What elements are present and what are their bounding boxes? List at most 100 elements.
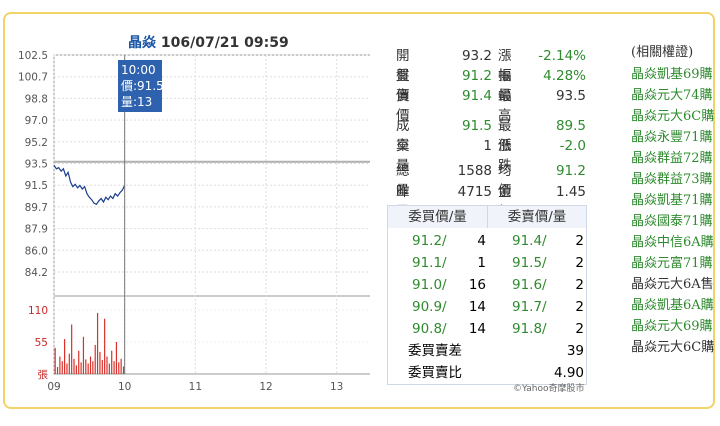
volume-bar <box>61 361 63 374</box>
low-value: 89.5 <box>555 118 586 134</box>
bid-vol-1: 4 <box>477 233 486 249</box>
volume-bar <box>66 363 68 374</box>
bid-vol-4: 14 <box>468 299 486 315</box>
volume-axis: 110 55 張 <box>28 305 49 381</box>
warrant-link[interactable]: 晶焱元大6C購 <box>631 337 720 358</box>
diff-label: 委買賣差 <box>408 343 462 359</box>
intraday-chart[interactable]: 102.5 100.7 98.8 97.0 95.2 93.5 91.5 89.7 87.9 86… <box>0 0 370 390</box>
ask-vol-3: 2 <box>575 277 584 293</box>
ask-price-2: 91.5/ <box>512 255 547 271</box>
volume-bar <box>118 362 120 374</box>
warrant-link[interactable]: 晶焱元大6C購 <box>631 106 720 127</box>
warrant-link[interactable]: 晶焱凱基71購 <box>631 190 720 211</box>
tooltip-time: 10:00 <box>121 63 156 77</box>
time-tick-label: 12 <box>259 381 272 390</box>
ask-vol-2: 2 <box>575 255 584 271</box>
warrant-link[interactable]: 晶焱凱基69購 <box>631 64 720 85</box>
volume-bar <box>106 356 108 374</box>
high-value: 93.5 <box>555 88 586 104</box>
diff-value: 39 <box>566 343 584 359</box>
volume-tick-label: 55 <box>35 337 48 349</box>
price-tick-label: 87.9 <box>25 224 48 236</box>
bid-vol-5: 14 <box>468 321 486 337</box>
volume-bar <box>71 324 73 374</box>
related-warrants-title: (相關權證) <box>631 45 694 60</box>
bid-price-3: 91.0/ <box>412 277 447 293</box>
warrant-link[interactable]: 晶焱國泰71購 <box>631 211 720 232</box>
ask-vol-5: 2 <box>575 321 584 337</box>
warrant-link[interactable]: 晶焱元大69購 <box>631 316 720 337</box>
volume-bar <box>68 353 70 374</box>
price-tick-label: 93.5 <box>25 159 48 171</box>
volume-bar <box>99 351 101 374</box>
volume-bar <box>113 361 115 374</box>
volume-bar <box>64 339 66 374</box>
bid-price-1: 91.2/ <box>412 233 447 249</box>
volume-bar <box>104 318 106 374</box>
ask-price-5: 91.8/ <box>512 321 547 337</box>
change-pct-value: -2.14% <box>538 48 586 64</box>
warrant-link[interactable]: 晶焱元大74購 <box>631 85 720 106</box>
time-tick-label: 10 <box>118 381 131 390</box>
open-value: 93.2 <box>461 48 492 64</box>
volume-bar <box>73 358 75 374</box>
warrant-link[interactable]: 晶焱永豐71購 <box>631 127 720 148</box>
volume-bar <box>80 362 82 374</box>
price-tick-label: 91.5 <box>25 180 48 192</box>
change-value: -2.0 <box>559 138 586 154</box>
time-tick-label: 13 <box>330 381 343 390</box>
volume-bars <box>54 312 125 374</box>
volume-bar <box>75 365 77 374</box>
warrant-link[interactable]: 晶焱凱基6A購 <box>631 295 720 316</box>
price-tick-label: 89.7 <box>25 202 48 214</box>
bid-price-4: 90.9/ <box>412 299 447 315</box>
price-tick-label: 102.5 <box>18 50 48 62</box>
warrant-link[interactable]: 晶焱元大6A售 <box>631 274 720 295</box>
total-vol-value: 1588 <box>457 163 492 179</box>
ratio-label: 委買賣比 <box>408 365 462 381</box>
ask-vol-1: 2 <box>575 233 584 249</box>
volume-bar <box>111 350 113 374</box>
volume-bar <box>85 359 87 374</box>
price-tick-label: 86.0 <box>25 245 48 257</box>
volume-bar <box>101 360 103 374</box>
bid-price-5: 90.8/ <box>412 321 447 337</box>
time-tick-label: 09 <box>47 381 60 390</box>
price-tick-label: 84.2 <box>25 267 48 279</box>
ask-price-4: 91.7/ <box>512 299 547 315</box>
price-tick-label: 95.2 <box>25 137 48 149</box>
volume-bar <box>96 312 99 374</box>
volume-bar <box>120 358 122 374</box>
warrant-link[interactable]: 晶焱群益73購 <box>631 169 720 190</box>
warrant-link[interactable]: 晶焱中信6A購 <box>631 232 720 253</box>
warrant-link[interactable]: 晶焱群益72購 <box>631 148 720 169</box>
bid-vol-2: 1 <box>477 255 486 271</box>
ask-price-3: 91.6/ <box>512 277 547 293</box>
amount-value: 1.45 <box>555 184 586 200</box>
tooltip-volume: 量:13 <box>121 95 153 109</box>
volume-bar <box>87 363 89 374</box>
volume-tick-label: 110 <box>28 305 48 317</box>
volume-bar <box>78 350 80 374</box>
related-warrants-list: 晶焱凱基69購 晶焱元大74購 晶焱元大6C購 晶焱永豐71購 晶焱群益72購 … <box>631 64 720 358</box>
copyright-text: ©Yahoo奇摩股市 <box>513 384 585 394</box>
avg-value: 91.2 <box>555 163 586 179</box>
time-axis: 09 10 11 12 13 <box>47 381 343 390</box>
volume-bar <box>122 366 125 374</box>
price-tick-label: 97.0 <box>25 115 48 127</box>
volume-bar <box>94 344 96 374</box>
chart-grid <box>53 54 370 375</box>
volume-tick-label: 張 <box>38 369 49 381</box>
time-tick-label: 11 <box>189 381 202 390</box>
warrant-link[interactable]: 晶焱元富71購 <box>631 253 720 274</box>
price-tick-label: 100.7 <box>18 72 48 84</box>
volume-bar <box>54 347 56 374</box>
ask-value: 91.4 <box>461 88 492 104</box>
bid-value: 91.2 <box>461 68 492 84</box>
chart-tooltip: 10:00 價:91.5 量:13 <box>118 60 164 112</box>
tick-vol-value: 1 <box>483 138 492 154</box>
volume-bar <box>59 356 61 374</box>
bid-header: 委買價/量 <box>388 206 488 228</box>
order-book: 委買價/量 委賣價/量 91.2/ 4 91.4/ 2 91.1/ 1 91.5… <box>387 205 587 385</box>
volume-bar <box>82 336 85 374</box>
